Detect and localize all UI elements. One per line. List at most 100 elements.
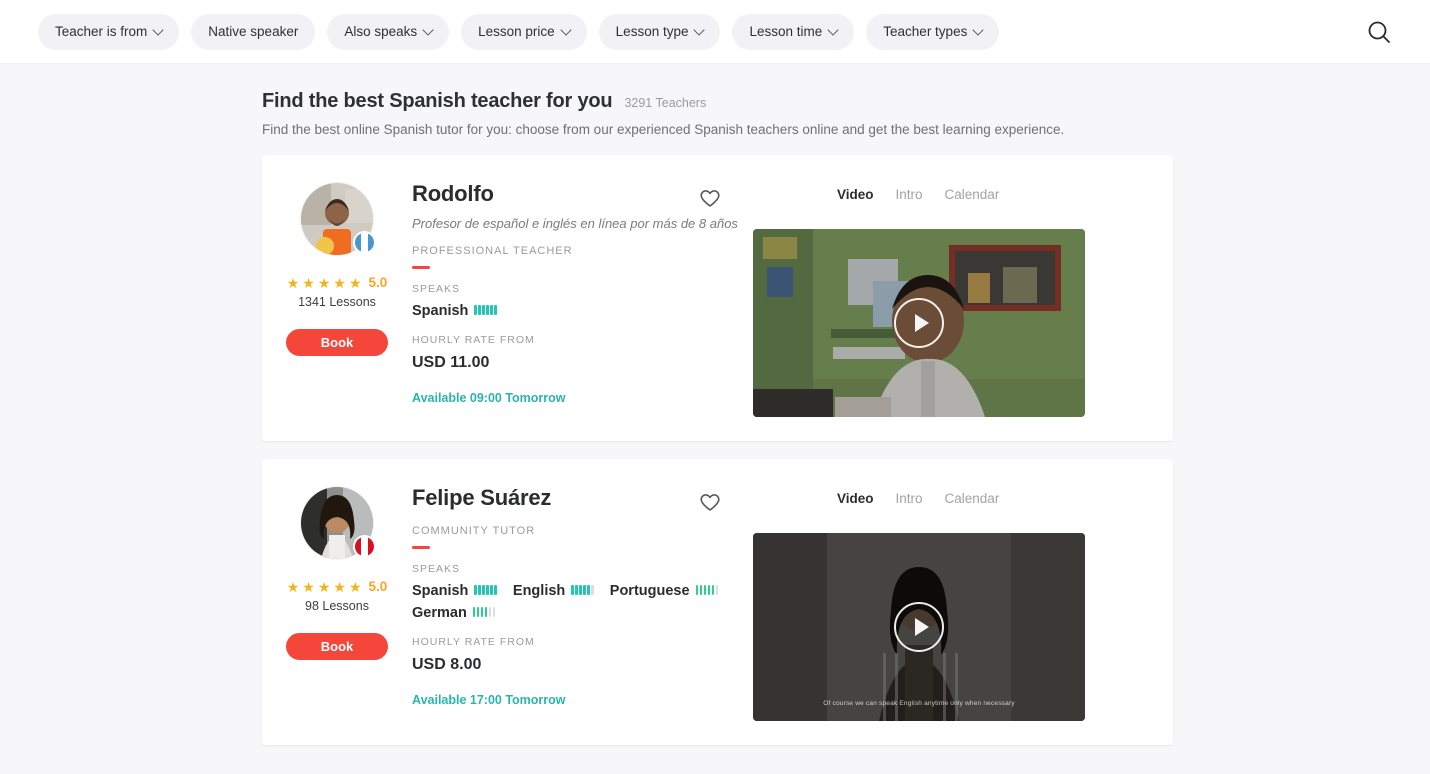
tab-calendar[interactable]: Calendar <box>945 187 1000 202</box>
filter-chip-lesson-price[interactable]: Lesson price <box>461 13 587 50</box>
avatar-wrap <box>301 183 376 255</box>
language-name: Spanish <box>412 302 469 319</box>
proficiency-bars <box>695 584 719 595</box>
tab-intro[interactable]: Intro <box>896 491 923 506</box>
star-icon: ★ <box>286 578 300 595</box>
language-item: German <box>412 604 496 621</box>
filter-topbar: Teacher is from Native speaker Also spea… <box>0 0 1430 64</box>
teacher-name[interactable]: Rodolfo <box>412 181 739 207</box>
tab-video[interactable]: Video <box>837 491 874 506</box>
play-button-icon[interactable] <box>894 602 944 652</box>
star-icon: ★ <box>317 578 331 595</box>
filter-chip-lesson-time[interactable]: Lesson time <box>732 13 855 50</box>
tab-calendar[interactable]: Calendar <box>945 491 1000 506</box>
teacher-badge: PROFESSIONAL TEACHER <box>412 245 573 257</box>
filter-chip-lesson-type[interactable]: Lesson type <box>598 13 721 50</box>
filter-chip-list: Teacher is from Native speaker Also spea… <box>38 13 1000 50</box>
hourly-rate: USD 8.00 <box>412 655 482 673</box>
star-icon: ★ <box>317 274 331 291</box>
page-content: Find the best Spanish teacher for you 32… <box>0 64 1430 745</box>
star-icon: ★ <box>348 578 362 595</box>
teacher-summary-column: ★ ★ ★ ★ ★ 5.0 98 Lessons Book <box>262 485 412 721</box>
media-tabs: Video Intro Calendar <box>753 485 1155 511</box>
chevron-down-icon <box>972 23 984 36</box>
language-item: English <box>513 583 594 599</box>
avatar-wrap <box>301 487 376 559</box>
proficiency-bars <box>571 584 594 595</box>
peru-flag-icon <box>353 535 376 558</box>
rating-row: ★ ★ ★ ★ ★ 5.0 <box>287 275 388 290</box>
language-list: Spanish <box>412 303 739 319</box>
chevron-down-icon <box>152 23 164 36</box>
chevron-down-icon <box>693 23 706 36</box>
rate-label: HOURLY RATE FROM <box>412 333 535 346</box>
filter-chip-native-speaker[interactable]: Native speaker <box>191 13 316 50</box>
rate-label: HOURLY RATE FROM <box>412 635 535 648</box>
tab-intro[interactable]: Intro <box>896 187 923 202</box>
media-tabs: Video Intro Calendar <box>753 181 1155 207</box>
rating-value: 5.0 <box>368 579 388 594</box>
proficiency-bars <box>474 584 497 595</box>
page-title: Find the best Spanish teacher for you <box>262 90 613 112</box>
video-thumbnail[interactable] <box>753 229 1085 417</box>
teacher-details-column: Rodolfo Profesor de español e inglés en … <box>412 181 753 417</box>
filter-chip-label: Native speaker <box>208 24 299 39</box>
filter-chip-label: Also speaks <box>344 24 418 39</box>
star-icon: ★ <box>348 274 362 291</box>
play-button-icon[interactable] <box>894 298 944 348</box>
language-name: English <box>512 582 566 599</box>
lesson-count: 98 Lessons <box>305 599 369 613</box>
filter-chip-label: Lesson type <box>615 24 689 39</box>
video-thumbnail[interactable]: Of course we can speak English anytime o… <box>753 533 1085 721</box>
availability-text[interactable]: Available 17:00 Tomorrow <box>412 693 739 707</box>
heart-icon <box>700 190 720 207</box>
divider-rule <box>412 546 430 549</box>
star-icon: ★ <box>333 274 346 291</box>
availability-text[interactable]: Available 09:00 Tomorrow <box>412 391 739 405</box>
teacher-tagline: Profesor de español e inglés en línea po… <box>412 216 738 231</box>
lesson-count: 1341 Lessons <box>298 295 376 309</box>
language-item: Spanish <box>412 583 497 599</box>
star-icon: ★ <box>302 578 315 595</box>
heart-icon <box>700 494 720 511</box>
rating-row: ★ ★ ★ ★ ★ 5.0 <box>287 579 388 594</box>
teacher-count: 3291 Teachers <box>624 96 707 110</box>
language-name: German <box>412 604 467 621</box>
favorite-button[interactable] <box>697 185 723 211</box>
speaks-label: SPEAKS <box>412 282 461 295</box>
language-list: Spanish English Portuguese German <box>412 583 739 621</box>
teacher-card[interactable]: ★ ★ ★ ★ ★ 5.0 98 Lessons Book Felipe Suá… <box>262 459 1173 745</box>
star-icon: ★ <box>333 578 346 595</box>
teacher-media-column: Video Intro Calendar <box>700 181 1173 417</box>
filter-chip-label: Teacher is from <box>55 24 148 39</box>
search-button[interactable] <box>1362 15 1396 49</box>
filter-chip-teacher-types[interactable]: Teacher types <box>866 13 1000 50</box>
language-item: Portuguese <box>610 583 719 599</box>
teacher-media-column: Video Intro Calendar <box>700 485 1173 721</box>
guatemala-flag-icon <box>353 231 376 254</box>
chevron-down-icon <box>422 23 434 36</box>
book-button[interactable]: Book <box>286 633 388 660</box>
heading-row: Find the best Spanish teacher for you 32… <box>262 90 1430 113</box>
teacher-details-column: Felipe Suárez COMMUNITY TUTOR SPEAKS Spa… <box>412 485 753 721</box>
search-icon <box>1368 21 1390 43</box>
teacher-name[interactable]: Felipe Suárez <box>412 485 739 511</box>
book-button[interactable]: Book <box>286 329 388 356</box>
speaks-label: SPEAKS <box>412 562 461 575</box>
teacher-badge: COMMUNITY TUTOR <box>412 525 536 537</box>
favorite-button[interactable] <box>697 489 723 515</box>
filter-chip-label: Teacher types <box>883 24 968 39</box>
filter-chip-label: Lesson time <box>749 24 823 39</box>
filter-chip-also-speaks[interactable]: Also speaks <box>327 13 450 50</box>
rating-value: 5.0 <box>368 275 388 290</box>
filter-chip-teacher-is-from[interactable]: Teacher is from <box>38 13 180 50</box>
proficiency-bars <box>472 606 496 617</box>
chevron-down-icon <box>560 23 572 36</box>
divider-rule <box>412 266 430 269</box>
chevron-down-icon <box>827 23 839 36</box>
teacher-card[interactable]: ★ ★ ★ ★ ★ 5.0 1341 Lessons Book Rodolfo … <box>262 155 1173 441</box>
language-item: Spanish <box>412 303 497 319</box>
language-name: Spanish <box>412 582 469 599</box>
tab-video[interactable]: Video <box>837 187 874 202</box>
video-caption: Of course we can speak English anytime o… <box>823 699 1015 707</box>
